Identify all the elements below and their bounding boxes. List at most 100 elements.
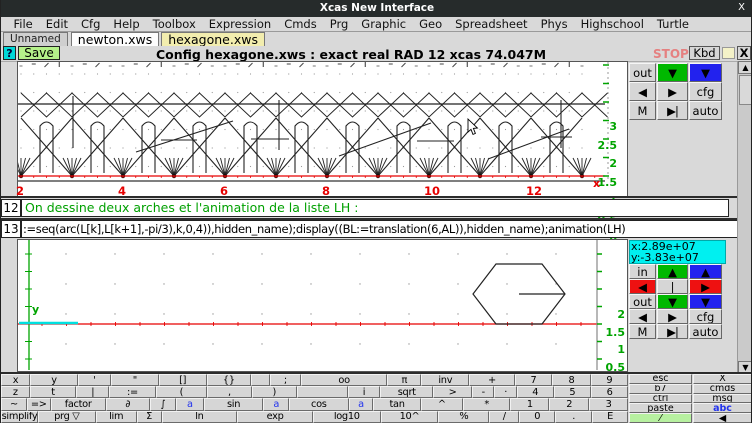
graph2-zoom-in-button[interactable]: in [629,264,656,279]
side-key-abc[interactable]: abc [693,403,752,413]
graph1-plot[interactable] [17,61,628,196]
key-3[interactable]: 3 [589,398,628,410]
graph1-cfg-button[interactable]: cfg [689,82,722,101]
key-_[interactable]: Σ [137,411,162,423]
graph1-menu-button[interactable]: M [629,101,656,120]
line13-command-field[interactable]: :=seq(arc(L[k],L[k+1],-pi/3),k,0,4)),hid… [21,220,752,238]
key-_[interactable]: · [494,386,516,398]
key-_[interactable]: - [472,386,494,398]
close-session-button[interactable]: X [737,46,751,60]
key-a[interactable]: a [349,398,374,410]
help-button[interactable]: ? [3,46,16,60]
tab-newton[interactable]: newton.xws [71,32,159,46]
side-key-cmds[interactable]: cmds [693,384,752,394]
graph2-plot[interactable] [17,239,628,372]
menu-item-geo[interactable]: Geo [413,17,449,31]
key-_[interactable]: % [438,411,489,423]
key-inv[interactable]: inv [421,374,469,386]
key-5[interactable]: 5 [554,386,592,398]
key-_[interactable]: ∂ [106,398,150,410]
key-lim[interactable]: lim [96,411,137,423]
key-log10[interactable]: log10 [313,411,381,423]
key-_[interactable]: . [555,411,592,423]
key-a[interactable]: a [176,398,204,410]
graph2-cfg-button[interactable]: cfg [689,309,722,324]
key-exp[interactable]: exp [237,411,313,423]
graph1-scroll-down-green-button[interactable]: ▼ [657,63,688,82]
graph2-scroll-down-green-button[interactable]: ▼ [657,294,688,309]
key-1[interactable]: 1 [510,398,549,410]
key-8[interactable]: 8 [552,374,590,386]
key-y[interactable]: y [30,374,78,386]
window-close-icon[interactable]: X [738,2,745,13]
key-_[interactable]: ~ [1,398,27,410]
key-x[interactable]: x [1,374,30,386]
graph1-step-button[interactable]: ▶| [657,101,688,120]
key-z[interactable]: z [1,386,30,398]
side-key-msg[interactable]: msg [693,394,752,404]
key-_[interactable]: π [387,374,421,386]
graph1-auto-button[interactable]: auto [689,101,722,120]
key-6[interactable]: 6 [591,386,628,398]
side-key-b7[interactable]: b7 [629,384,692,394]
stop-button[interactable]: STOP [653,47,689,61]
graph2-anim-forward-button[interactable]: ▶ [689,279,722,294]
menu-item-file[interactable]: File [7,17,39,31]
key-ln[interactable]: ln [162,411,238,423]
tab-hexagone[interactable]: hexagone.xws [161,32,265,46]
graph2-pan-left-button[interactable]: ◀ [629,309,656,324]
key-7[interactable]: 7 [515,374,552,386]
menu-item-prg[interactable]: Prg [323,17,355,31]
key-simplify[interactable]: simplify [1,411,38,423]
key-9[interactable]: 9 [591,374,628,386]
key-sqrt[interactable]: sqrt [380,386,433,398]
key-a[interactable]: a [263,398,289,410]
graph2-anim-back-button[interactable]: ◀ [629,279,656,294]
side-key-ctrl[interactable]: ctrl [629,394,692,404]
side-key-esc[interactable]: esc [629,374,692,384]
config-status-text[interactable]: Config hexagone.xws : exact real RAD 12 … [61,47,641,62]
key-tan[interactable]: tan [373,398,420,410]
graph1-scroll-down-blue-button[interactable]: ▼ [689,63,722,82]
key-factor[interactable]: factor [51,398,106,410]
session-scrollbar[interactable]: ▲ ▼ [737,61,752,374]
key-_[interactable]: > [433,386,472,398]
menu-item-turtle[interactable]: Turtle [650,17,695,31]
line13-number[interactable]: 13 [1,220,21,238]
graph2-scroll-up-green-button[interactable]: ▲ [657,264,688,279]
key-blank[interactable] [251,374,270,386]
scroll-up-arrow[interactable]: ▲ [738,61,752,74]
side-key-X[interactable]: X [693,374,752,384]
key-i[interactable]: i [348,386,381,398]
key-sin[interactable]: sin [204,398,263,410]
graph2-scroll-down-blue-button[interactable]: ▼ [689,294,722,309]
key-cos[interactable]: cos [289,398,348,410]
menu-item-edit[interactable]: Edit [39,17,74,31]
key-_[interactable]: => [27,398,51,410]
graph2-zoom-out-button[interactable]: out [629,294,656,309]
key-0[interactable]: 0 [519,411,555,423]
key-_[interactable]: , [207,386,252,398]
key-_[interactable]: ; [270,374,301,386]
key-_[interactable]: := [109,386,156,398]
kbd-toggle-button[interactable]: Kbd [689,46,720,60]
menu-item-graphic[interactable]: Graphic [355,17,413,31]
key-_[interactable]: [] [159,374,207,386]
menu-item-cmds[interactable]: Cmds [278,17,324,31]
key-2[interactable]: 2 [549,398,589,410]
key-_[interactable]: {} [207,374,252,386]
menu-item-cfg[interactable]: Cfg [75,17,107,31]
key-E[interactable]: E [592,411,628,423]
key-_[interactable]: | [76,386,109,398]
graph2-step-button[interactable]: ▶| [657,324,688,339]
menu-item-help[interactable]: Help [107,17,146,31]
menu-item-expression[interactable]: Expression [202,17,277,31]
menu-item-phys[interactable]: Phys [534,17,574,31]
menu-item-highschool[interactable]: Highschool [574,17,650,31]
side-key-_[interactable]: ◀ [693,413,752,423]
line12-number[interactable]: 12 [1,199,21,217]
graph1-pan-left-button[interactable]: ◀ [629,82,656,101]
key-_[interactable]: ∫ [150,398,176,410]
graph1-zoom-out-button[interactable]: out [629,63,656,82]
key-_[interactable]: ) [252,386,297,398]
